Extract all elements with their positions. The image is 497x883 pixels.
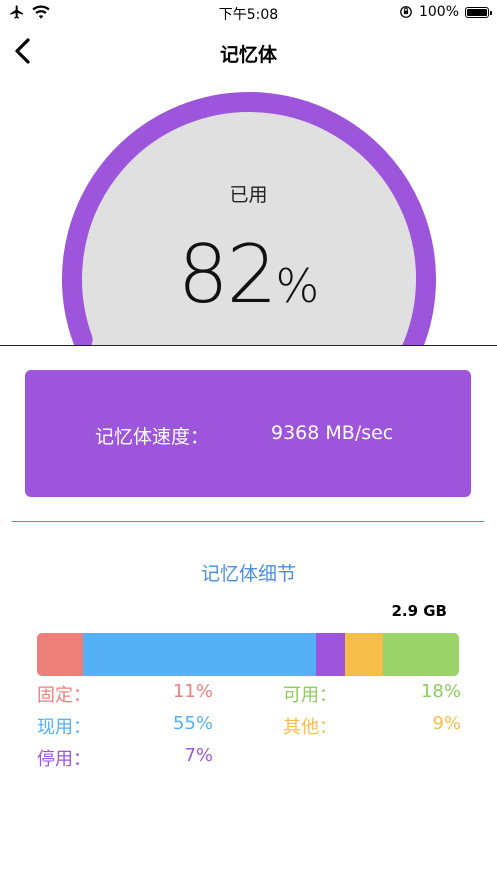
details-title: 记忆体细节 (200, 563, 296, 585)
memory-gauge: 已用 82% (0, 80, 497, 346)
bar-segment-3 (345, 633, 383, 676)
legend-label: 固定： (37, 685, 91, 706)
bar-segment-4 (383, 633, 459, 676)
bar-segment-0 (37, 633, 84, 676)
legend-label: 停用： (37, 749, 91, 770)
legend-label: 其他： (283, 717, 337, 738)
legend-value: 9% (432, 713, 461, 734)
nav-bar: 记忆体 (0, 30, 497, 74)
legend-label: 现用： (37, 717, 91, 738)
section-divider (12, 521, 484, 522)
status-right: 100% (399, 4, 492, 20)
orientation-lock-icon (400, 6, 412, 18)
bar-segment-2 (315, 633, 346, 676)
total-memory: 2.9 GB (391, 602, 447, 620)
legend-value: 18% (420, 681, 461, 702)
legend-value: 7% (184, 745, 213, 766)
gauge-number: 82 (177, 228, 278, 321)
page-title: 记忆体 (219, 44, 277, 66)
status-bar: 下午5:08 100% (0, 0, 497, 26)
gauge-unit: % (275, 259, 320, 313)
legend-value: 11% (172, 681, 213, 702)
divider (0, 345, 497, 346)
battery-percent: 100% (418, 4, 459, 20)
gauge-value: 82% (0, 228, 497, 321)
speed-label: 记忆体速度： (95, 426, 210, 448)
gauge-label: 已用 (229, 184, 268, 206)
battery-icon (465, 6, 492, 18)
bar-segment-1 (83, 633, 316, 676)
legend-label: 可用： (283, 685, 337, 706)
memory-usage-bar (37, 633, 459, 676)
legend-value: 55% (172, 713, 213, 734)
speed-value: 9368 MB/sec (271, 422, 394, 444)
speed-card: 记忆体速度： 9368 MB/sec (25, 370, 471, 497)
